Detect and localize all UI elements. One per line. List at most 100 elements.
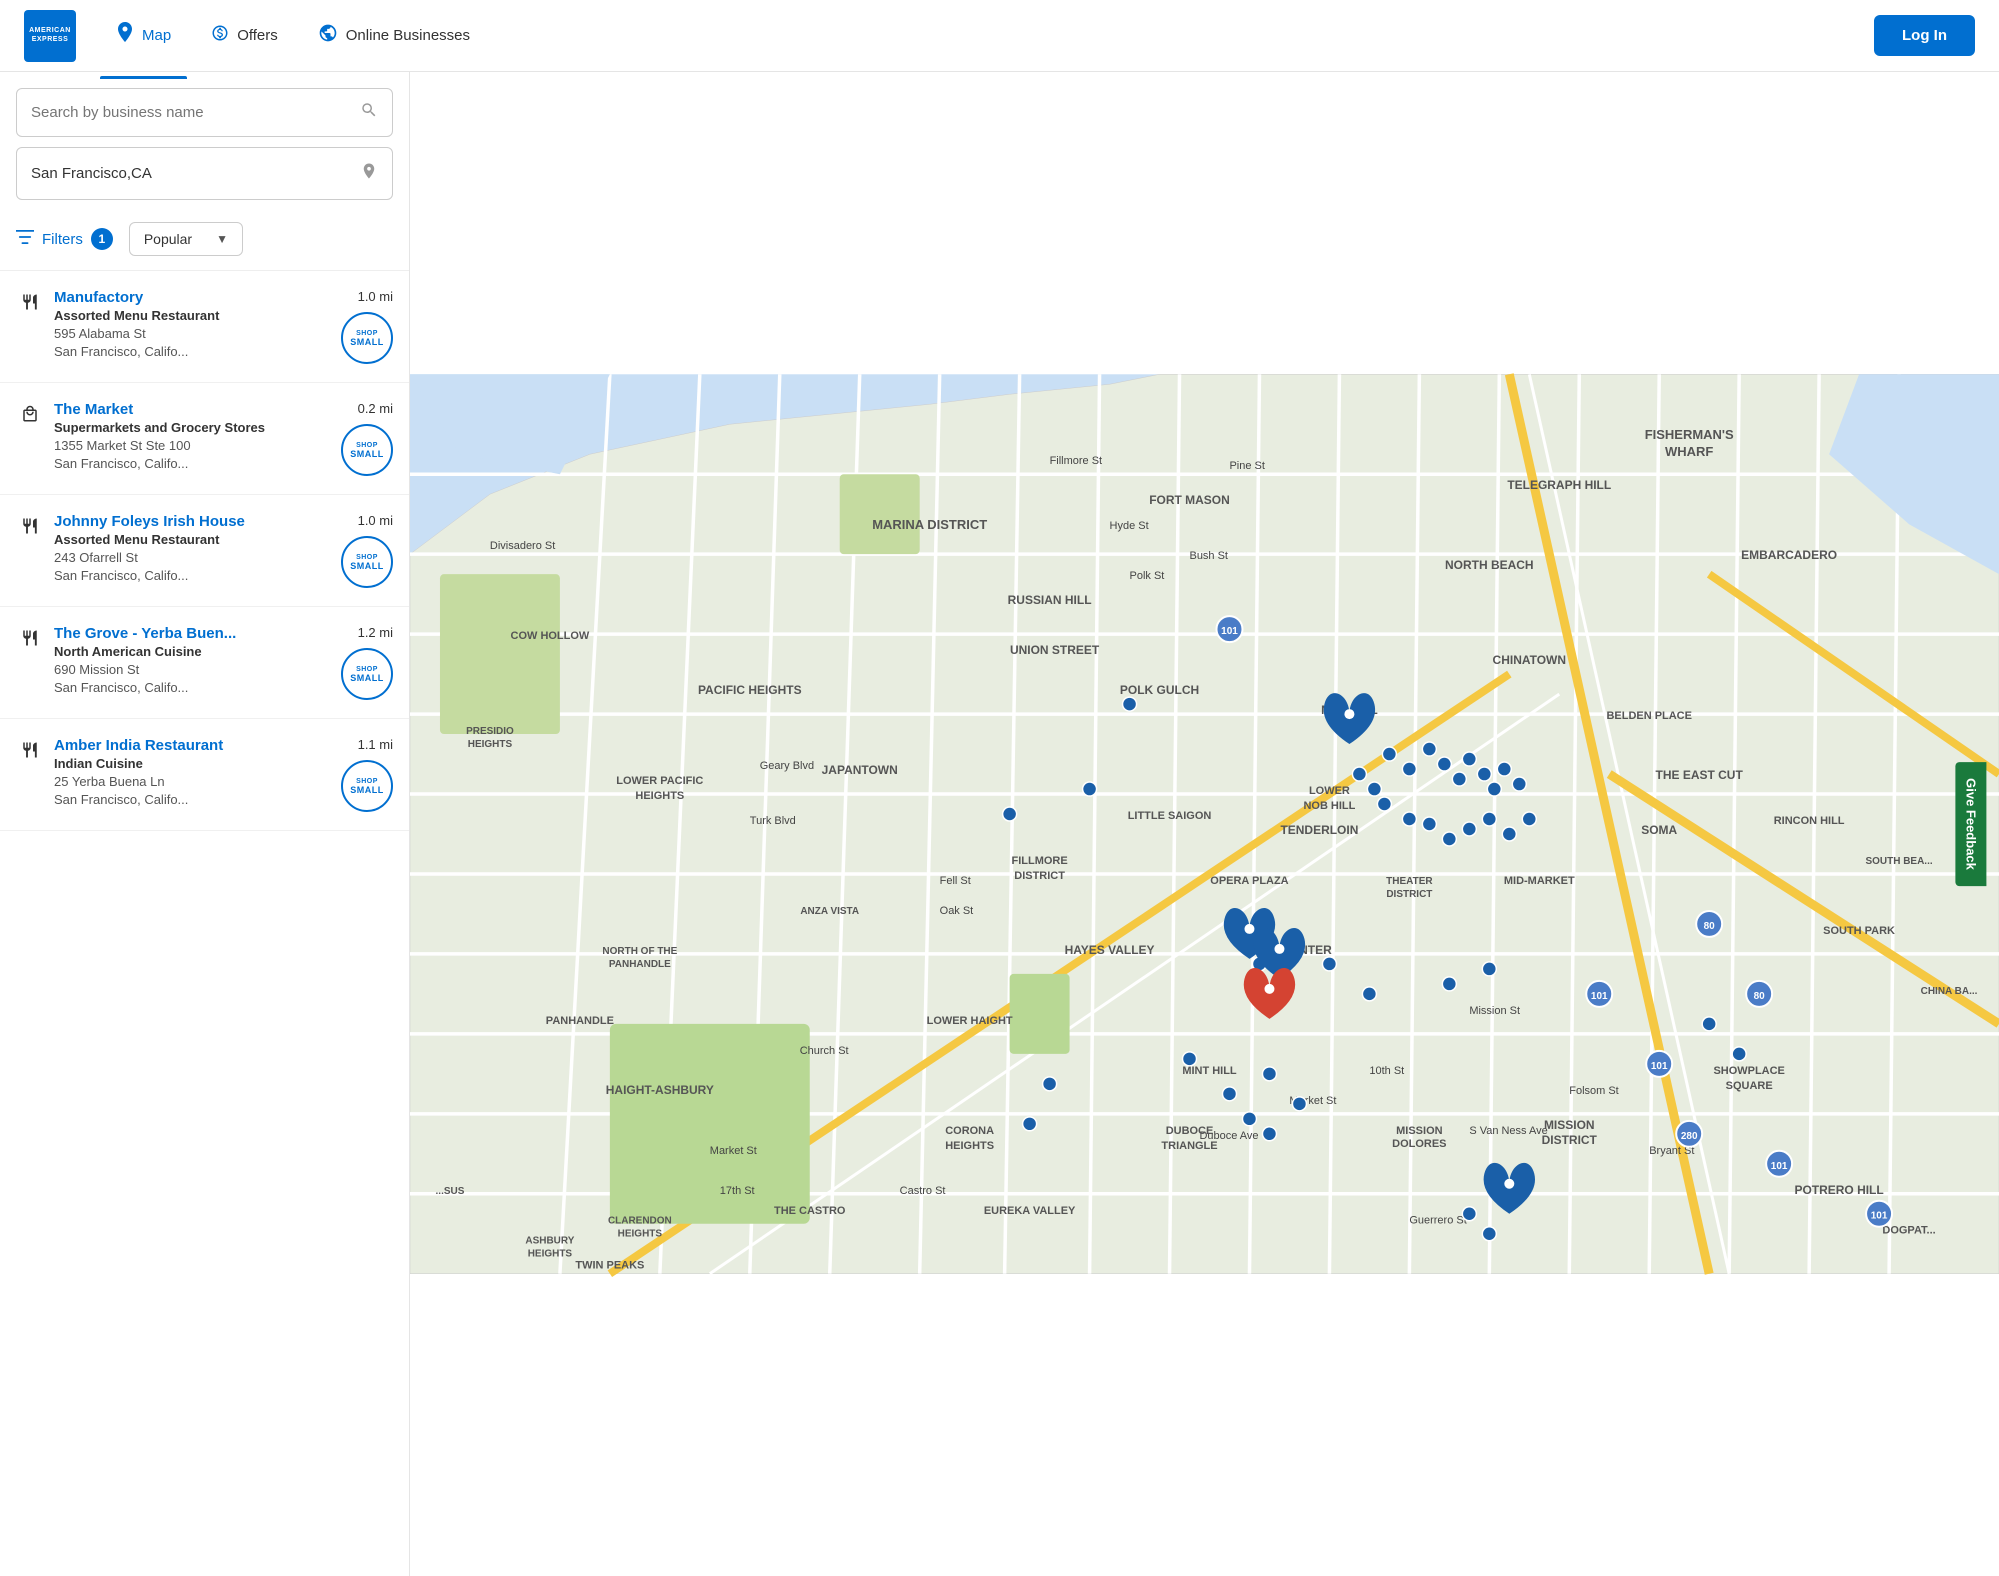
listing-item[interactable]: Manufactory Assorted Menu Restaurant 595… (0, 271, 409, 383)
svg-text:Folsom St: Folsom St (1569, 1085, 1618, 1097)
listing-details: Johnny Foleys Irish House Assorted Menu … (44, 513, 341, 585)
listing-distance: 1.0 mi (358, 513, 393, 528)
nav-item-online-businesses[interactable]: Online Businesses (302, 15, 486, 56)
svg-text:OPERA PLAZA: OPERA PLAZA (1210, 875, 1288, 887)
restaurant-icon (16, 291, 44, 318)
shop-small-badge[interactable]: SHOP SMALL (341, 536, 393, 588)
svg-text:THEATER: THEATER (1386, 876, 1432, 887)
shop-small-line2: SMALL (350, 673, 384, 683)
shop-small-line2: SMALL (350, 785, 384, 795)
svg-text:Polk St: Polk St (1130, 570, 1165, 582)
svg-text:Divisadero St: Divisadero St (490, 540, 555, 552)
login-button[interactable]: Log In (1874, 15, 1975, 56)
svg-text:MID-MARKET: MID-MARKET (1504, 875, 1575, 887)
sort-dropdown[interactable]: Popular ▼ (129, 222, 243, 256)
location-box[interactable] (16, 147, 393, 200)
svg-text:DISTRICT: DISTRICT (1542, 1133, 1598, 1147)
listing-distance: 0.2 mi (358, 401, 393, 416)
svg-text:TENDERLOIN: TENDERLOIN (1280, 823, 1358, 837)
filters-button[interactable]: Filters 1 (16, 228, 113, 250)
svg-text:FORT MASON: FORT MASON (1149, 493, 1230, 507)
svg-text:SHOWPLACE: SHOWPLACE (1713, 1065, 1784, 1077)
map-area[interactable]: Divisadero St Fillmore St Hyde St Polk S… (410, 72, 1999, 1576)
listing-address: 595 Alabama StSan Francisco, Califo... (54, 325, 331, 361)
svg-text:DISTRICT: DISTRICT (1014, 870, 1065, 882)
listing-address: 243 Ofarrell StSan Francisco, Califo... (54, 549, 331, 585)
shop-small-badge[interactable]: SHOP SMALL (341, 424, 393, 476)
svg-text:HEIGHTS: HEIGHTS (468, 739, 513, 750)
svg-text:ASHBURY: ASHBURY (525, 1236, 574, 1247)
listing-type: Indian Cuisine (54, 756, 331, 771)
listing-details: The Market Supermarkets and Grocery Stor… (44, 401, 341, 473)
offers-icon (211, 22, 229, 49)
svg-text:BELDEN PLACE: BELDEN PLACE (1606, 710, 1691, 722)
filter-icon (16, 230, 34, 249)
restaurant-icon (16, 627, 44, 654)
svg-text:THE EAST CUT: THE EAST CUT (1656, 768, 1744, 782)
shop-small-badge[interactable]: SHOP SMALL (341, 648, 393, 700)
shop-small-badge[interactable]: SHOP SMALL (341, 760, 393, 812)
shop-small-line1: SHOP (356, 778, 378, 785)
shop-small-line1: SHOP (356, 554, 378, 561)
amex-logo[interactable]: AMERICANEXPRESS (24, 10, 76, 62)
svg-text:NOB HILL: NOB HILL (1303, 800, 1355, 812)
svg-text:101: 101 (1221, 626, 1238, 637)
listing-name: The Market (54, 401, 331, 418)
listing-distance: 1.2 mi (358, 625, 393, 640)
svg-text:MISSION: MISSION (1544, 1118, 1595, 1132)
listing-item[interactable]: The Market Supermarkets and Grocery Stor… (0, 383, 409, 495)
listing-name: Amber India Restaurant (54, 737, 331, 754)
map-icon (116, 22, 134, 49)
svg-text:EMBARCADERO: EMBARCADERO (1741, 548, 1837, 562)
listing-name: Johnny Foleys Irish House (54, 513, 331, 530)
location-input[interactable] (31, 165, 360, 182)
svg-text:Church St: Church St (800, 1045, 849, 1057)
svg-text:PANHANDLE: PANHANDLE (546, 1015, 614, 1027)
listing-item[interactable]: The Grove - Yerba Buen... North American… (0, 607, 409, 719)
svg-text:SOUTH PARK: SOUTH PARK (1823, 925, 1895, 937)
svg-text:HEIGHTS: HEIGHTS (528, 1249, 573, 1260)
main-layout: Filters 1 Popular ▼ Manufactory Assorted… (0, 72, 1999, 1576)
listing-address: 1355 Market St Ste 100San Francisco, Cal… (54, 437, 331, 473)
listing-item[interactable]: Johnny Foleys Irish House Assorted Menu … (0, 495, 409, 607)
svg-text:Geary Blvd: Geary Blvd (760, 760, 814, 772)
svg-text:HAIGHT-ASHBURY: HAIGHT-ASHBURY (606, 1083, 714, 1097)
svg-text:MISSION: MISSION (1396, 1125, 1442, 1137)
svg-text:NORTH OF THE: NORTH OF THE (602, 946, 677, 957)
business-search-box[interactable] (16, 88, 393, 137)
listing-right: 1.0 mi SHOP SMALL (341, 513, 393, 588)
svg-text:Fell St: Fell St (940, 875, 971, 887)
svg-text:HEIGHTS: HEIGHTS (945, 1140, 994, 1152)
nav-item-offers[interactable]: Offers (195, 14, 294, 57)
nav-map-label: Map (142, 27, 171, 44)
search-input[interactable] (31, 104, 360, 121)
svg-text:PACIFIC HEIGHTS: PACIFIC HEIGHTS (698, 683, 802, 697)
svg-text:Fillmore St: Fillmore St (1050, 455, 1103, 467)
svg-text:CHINA BA...: CHINA BA... (1921, 986, 1978, 997)
nav-offers-label: Offers (237, 27, 278, 44)
svg-text:TWIN PEAKS: TWIN PEAKS (575, 1260, 644, 1272)
grocery-icon (16, 403, 44, 430)
svg-text:TELEGRAPH HILL: TELEGRAPH HILL (1507, 478, 1611, 492)
listing-details: Manufactory Assorted Menu Restaurant 595… (44, 289, 341, 361)
listing-right: 1.2 mi SHOP SMALL (341, 625, 393, 700)
map-svg: Divisadero St Fillmore St Hyde St Polk S… (410, 72, 1999, 1576)
svg-text:CLARENDON: CLARENDON (608, 1216, 672, 1227)
svg-text:101: 101 (1771, 1161, 1788, 1172)
svg-text:Mission St: Mission St (1469, 1005, 1520, 1017)
svg-text:DOGPAT...: DOGPAT... (1882, 1225, 1935, 1237)
listing-details: Amber India Restaurant Indian Cuisine 25… (44, 737, 341, 809)
shop-small-badge[interactable]: SHOP SMALL (341, 312, 393, 364)
listing-type: North American Cuisine (54, 644, 331, 659)
listing-address: 25 Yerba Buena LnSan Francisco, Califo..… (54, 773, 331, 809)
listing-right: 1.1 mi SHOP SMALL (341, 737, 393, 812)
svg-text:Pine St: Pine St (1229, 460, 1264, 472)
nav-item-map[interactable]: Map (100, 14, 187, 57)
give-feedback-tab[interactable]: Give Feedback (1956, 762, 1987, 886)
filters-row: Filters 1 Popular ▼ (0, 208, 409, 271)
svg-text:POTRERO HILL: POTRERO HILL (1794, 1183, 1883, 1197)
listing-item[interactable]: Amber India Restaurant Indian Cuisine 25… (0, 719, 409, 831)
svg-text:Hyde St: Hyde St (1110, 520, 1149, 532)
listing-right: 0.2 mi SHOP SMALL (341, 401, 393, 476)
restaurant-icon (16, 739, 44, 766)
